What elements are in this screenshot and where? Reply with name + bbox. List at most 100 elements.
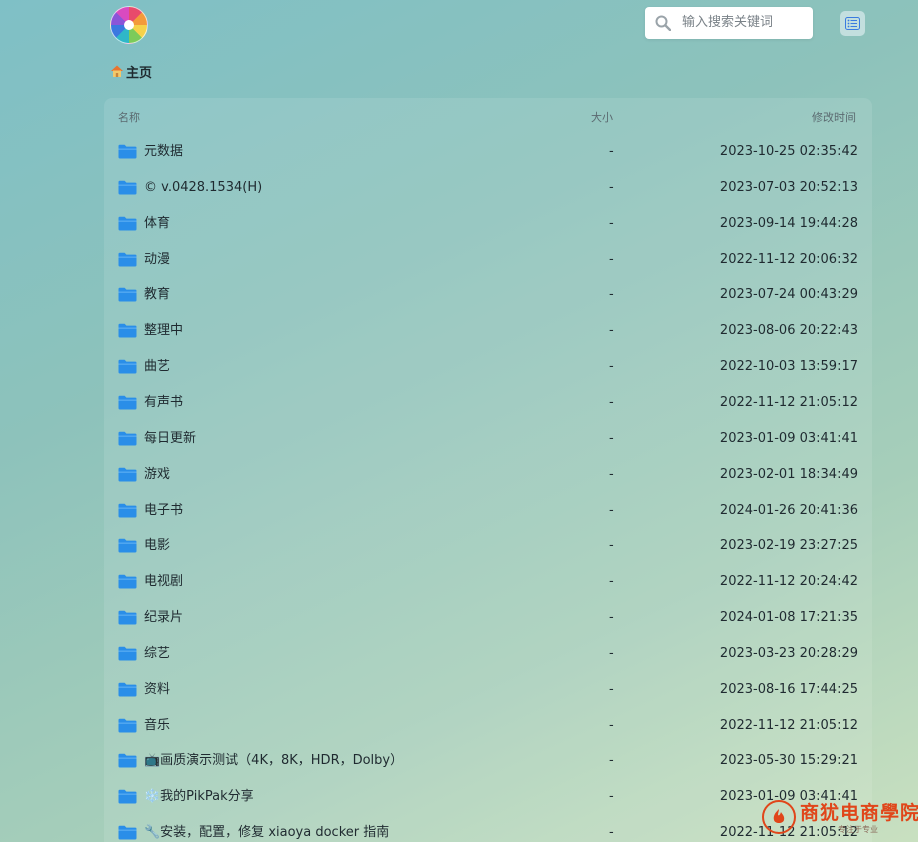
file-size: - bbox=[609, 502, 614, 518]
table-row[interactable]: 有声书 - 2022-11-12 21:05:12 bbox=[104, 386, 872, 422]
folder-icon bbox=[118, 754, 137, 768]
file-modified-time: 2022-11-12 20:24:42 bbox=[719, 574, 858, 590]
file-name[interactable]: 电子书 bbox=[144, 503, 183, 519]
file-size: - bbox=[609, 825, 614, 841]
file-name[interactable]: 动漫 bbox=[144, 252, 170, 268]
folder-icon bbox=[118, 646, 137, 661]
watermark-seal-icon bbox=[762, 800, 796, 834]
search-box[interactable]: 输入搜索关键词 bbox=[645, 7, 813, 39]
file-modified-time: 2022-10-03 13:59:17 bbox=[719, 359, 858, 375]
file-size: - bbox=[609, 538, 614, 554]
folder-icon bbox=[118, 252, 137, 267]
table-row[interactable]: 电影 - 2023-02-19 23:27:25 bbox=[104, 529, 872, 565]
folder-icon bbox=[118, 467, 137, 482]
file-modified-time: 2023-08-06 20:22:43 bbox=[719, 323, 858, 339]
site-logo-icon[interactable] bbox=[110, 6, 148, 44]
layout-toggle-button[interactable] bbox=[840, 11, 865, 36]
file-modified-time: 2023-07-03 20:52:13 bbox=[719, 179, 858, 195]
file-modified-time: 2023-07-24 00:43:29 bbox=[719, 287, 858, 303]
file-modified-time: 2023-05-30 15:29:21 bbox=[719, 753, 858, 769]
table-row[interactable]: 曲艺 - 2022-10-03 13:59:17 bbox=[104, 350, 872, 386]
file-name[interactable]: 曲艺 bbox=[144, 359, 170, 375]
file-modified-time: 2022-11-12 21:05:12 bbox=[719, 717, 858, 733]
column-header-modified[interactable]: 修改时间 bbox=[812, 111, 856, 125]
file-name[interactable]: 教育 bbox=[144, 287, 170, 303]
file-name[interactable]: 音乐 bbox=[144, 718, 170, 734]
file-modified-time: 2023-10-25 02:35:42 bbox=[719, 144, 858, 159]
file-modified-time: 2023-02-01 18:34:49 bbox=[719, 466, 858, 482]
table-row[interactable]: 电视剧 - 2022-11-12 20:24:42 bbox=[104, 565, 872, 601]
table-row[interactable]: 每日更新 - 2023-01-09 03:41:41 bbox=[104, 422, 872, 458]
column-header-size[interactable]: 大小 bbox=[591, 111, 613, 125]
table-row[interactable]: 综艺 - 2023-03-23 20:28:29 bbox=[104, 637, 872, 673]
file-name[interactable]: 资料 bbox=[144, 682, 170, 698]
file-size: - bbox=[609, 287, 614, 303]
file-size: - bbox=[609, 144, 614, 159]
file-name[interactable]: © v.0428.1534(H) bbox=[144, 180, 262, 196]
file-name[interactable]: 体育 bbox=[144, 216, 170, 232]
table-row[interactable]: © v.0428.1534(H) - 2023-07-03 20:52:13 bbox=[104, 171, 872, 207]
file-name[interactable]: 有声书 bbox=[144, 395, 183, 411]
table-row[interactable]: 纪录片 - 2024-01-08 17:21:35 bbox=[104, 601, 872, 637]
watermark: 商犹电商學院 专注于专业 bbox=[762, 798, 918, 842]
folder-icon bbox=[118, 825, 137, 840]
file-size: - bbox=[609, 681, 614, 697]
table-row[interactable]: 资料 - 2023-08-16 17:44:25 bbox=[104, 673, 872, 709]
folder-icon bbox=[118, 395, 137, 410]
file-size: - bbox=[609, 753, 614, 769]
table-row[interactable]: 教育 - 2023-07-24 00:43:29 bbox=[104, 278, 872, 314]
search-icon bbox=[655, 15, 671, 31]
folder-icon bbox=[118, 539, 137, 553]
folder-icon bbox=[118, 216, 137, 231]
file-size: - bbox=[609, 251, 614, 267]
file-name[interactable]: 📺画质演示测试（4K，8K，HDR，Dolby） bbox=[144, 753, 403, 769]
file-size: - bbox=[609, 574, 614, 590]
table-row[interactable]: 体育 - 2023-09-14 19:44:28 bbox=[104, 207, 872, 243]
file-name[interactable]: 元数据 bbox=[144, 144, 183, 160]
file-name[interactable]: 综艺 bbox=[144, 646, 170, 662]
breadcrumb-home-label[interactable]: 主页 bbox=[126, 62, 152, 81]
file-size: - bbox=[609, 610, 614, 626]
table-row[interactable]: 元数据 - 2023-10-25 02:35:42 bbox=[104, 135, 872, 171]
file-size: - bbox=[609, 359, 614, 375]
column-header-name[interactable]: 名称 bbox=[118, 111, 140, 125]
table-row[interactable]: 整理中 - 2023-08-06 20:22:43 bbox=[104, 314, 872, 350]
file-size: - bbox=[609, 645, 614, 661]
file-modified-time: 2022-11-12 21:05:12 bbox=[719, 394, 858, 410]
breadcrumb[interactable]: 主页 bbox=[110, 62, 152, 81]
home-icon bbox=[111, 65, 123, 77]
file-name[interactable]: 纪录片 bbox=[144, 610, 183, 626]
file-size: - bbox=[609, 466, 614, 482]
file-modified-time: 2023-01-09 03:41:41 bbox=[719, 430, 858, 446]
file-size: - bbox=[609, 430, 614, 446]
file-modified-time: 2023-09-14 19:44:28 bbox=[719, 215, 858, 231]
file-size: - bbox=[609, 323, 614, 339]
file-size: - bbox=[609, 717, 614, 733]
file-name[interactable]: 🔧安装，配置，修复 xiaoya docker 指南 bbox=[144, 825, 389, 841]
table-row[interactable]: 动漫 - 2022-11-12 20:06:32 bbox=[104, 243, 872, 279]
file-name[interactable]: ❄️我的PikPak分享 bbox=[144, 789, 254, 805]
table-row[interactable]: 游戏 - 2023-02-01 18:34:49 bbox=[104, 458, 872, 494]
folder-icon bbox=[118, 574, 137, 589]
file-modified-time: 2024-01-26 20:41:36 bbox=[719, 502, 858, 518]
folder-icon bbox=[118, 790, 137, 804]
table-row[interactable]: 音乐 - 2022-11-12 21:05:12 bbox=[104, 709, 872, 745]
search-placeholder: 输入搜索关键词 bbox=[682, 15, 774, 30]
file-name[interactable]: 电视剧 bbox=[144, 574, 183, 590]
file-name[interactable]: 电影 bbox=[144, 538, 170, 554]
file-name[interactable]: 整理中 bbox=[144, 323, 183, 339]
table-row[interactable]: 🔧安装，配置，修复 xiaoya docker 指南 -2022-11-12 21… bbox=[104, 816, 872, 842]
table-row[interactable]: 📺画质演示测试（4K，8K，HDR，Dolby） - 2023-05-30 15:2… bbox=[104, 744, 872, 780]
folder-icon bbox=[118, 144, 137, 159]
folder-icon bbox=[118, 359, 137, 374]
folder-icon bbox=[118, 431, 137, 446]
file-name[interactable]: 每日更新 bbox=[144, 431, 196, 447]
file-size: - bbox=[609, 789, 614, 805]
file-modified-time: 2023-02-19 23:27:25 bbox=[719, 538, 858, 554]
file-modified-time: 2022-11-12 20:06:32 bbox=[719, 251, 858, 267]
file-name[interactable]: 游戏 bbox=[144, 467, 170, 483]
watermark-title: 商犹电商學院 bbox=[800, 802, 918, 824]
table-row[interactable]: ❄️我的PikPak分享 -2023-01-09 03:41:41 bbox=[104, 780, 872, 816]
table-row[interactable]: 电子书 - 2024-01-26 20:41:36 bbox=[104, 494, 872, 530]
folder-icon bbox=[118, 682, 137, 697]
